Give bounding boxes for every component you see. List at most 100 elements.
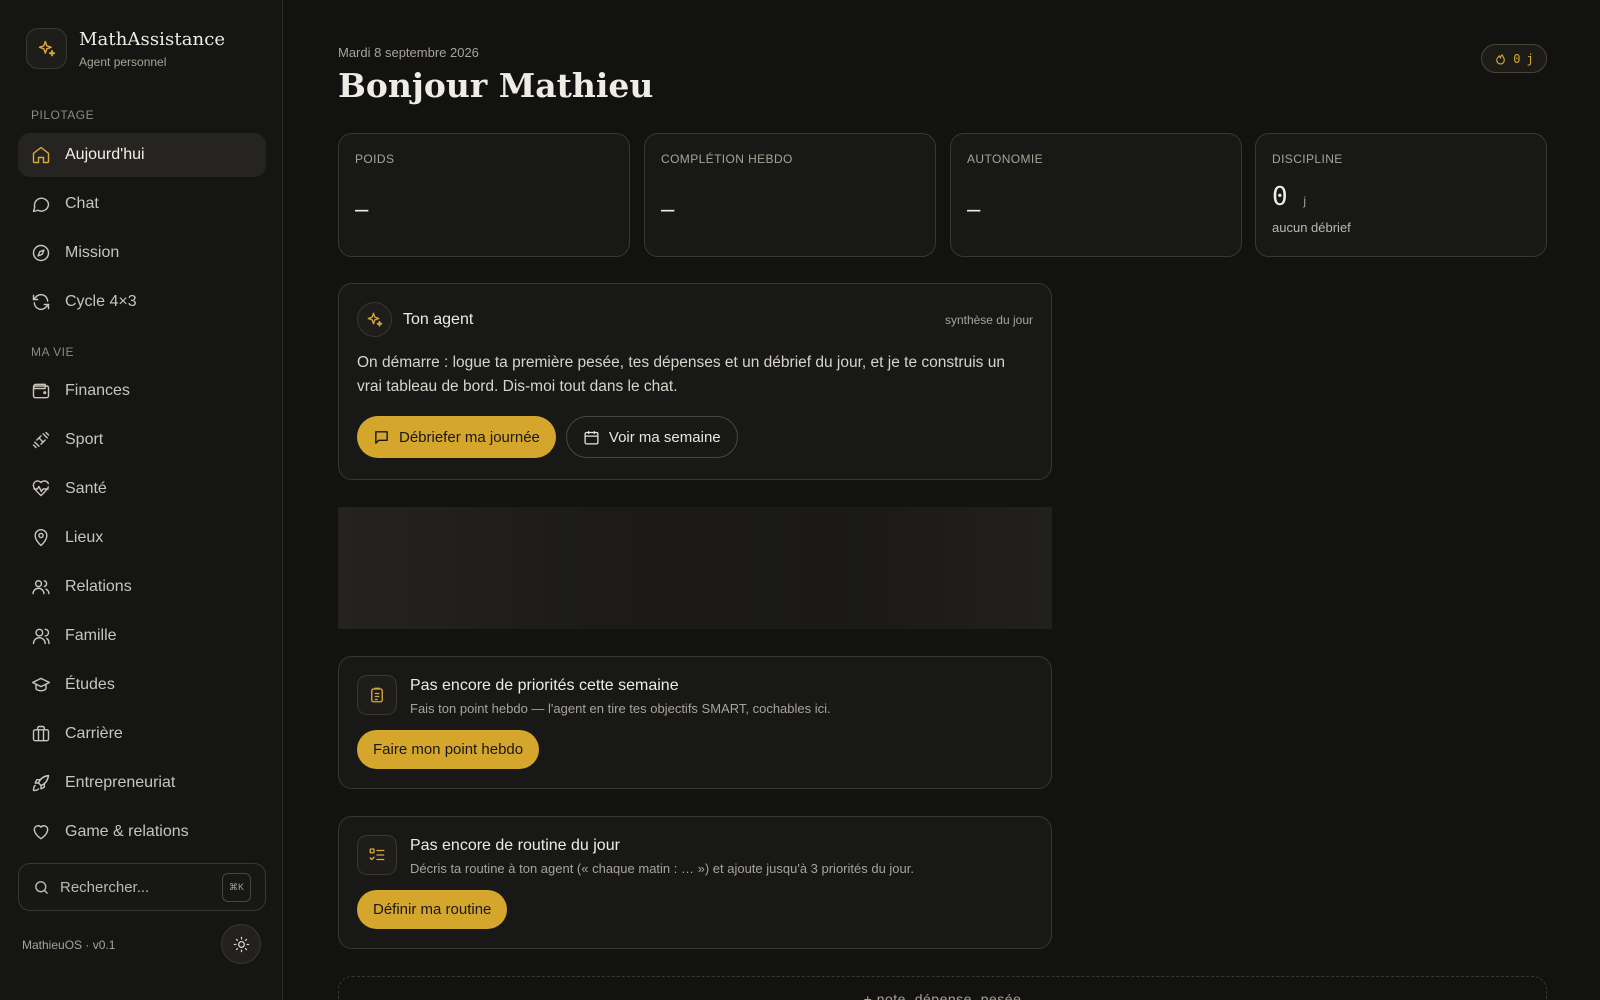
agent-name: Ton agent <box>403 310 474 328</box>
calendar-icon <box>583 429 600 446</box>
refresh-icon <box>31 292 51 312</box>
sidebar-item-label: Entrepreneuriat <box>65 774 176 791</box>
search-input[interactable] <box>60 878 210 896</box>
card-description: Décris ta routine à ton agent (« chaque … <box>410 861 914 876</box>
dumbbell-icon <box>31 430 51 450</box>
agent-card: Ton agent synthèse du jour On démarre : … <box>338 283 1052 480</box>
theme-toggle-button[interactable] <box>221 924 261 964</box>
checklist-icon <box>357 835 397 875</box>
search-icon <box>33 879 50 896</box>
stat-label: DISCIPLINE <box>1272 152 1343 166</box>
stat-label: AUTONOMIE <box>967 152 1044 166</box>
sparkles-icon <box>26 28 67 69</box>
search-shortcut-badge: ⌘K <box>222 873 251 902</box>
stat-card-discipline[interactable]: DISCIPLINE 0 j aucun débrief <box>1255 133 1547 257</box>
weekly-review-button[interactable]: Faire mon point hebdo <box>357 730 540 769</box>
search-box[interactable]: ⌘K <box>18 863 266 911</box>
wallet-icon <box>31 381 51 401</box>
brand-subtitle: Agent personnel <box>79 54 167 69</box>
sidebar-item-famille[interactable]: Famille <box>18 614 266 658</box>
sidebar-item-sport[interactable]: Sport <box>18 418 266 462</box>
quick-add-label: + note, dépense, pesée <box>863 991 1022 1000</box>
briefcase-icon <box>31 724 51 744</box>
discipline-value: 0 <box>1272 182 1288 212</box>
nav-ma-vie: Finances Sport Santé Lieux Relations Fam… <box>18 369 266 859</box>
streak-unit: j <box>1526 51 1534 66</box>
card-title: Pas encore de priorités cette semaine <box>410 677 679 694</box>
brand-name: MathAssistance <box>79 28 226 50</box>
sun-icon <box>233 936 250 953</box>
sidebar-item-label: Lieux <box>65 529 104 546</box>
flame-icon <box>1494 52 1507 65</box>
sidebar-item-label: Finances <box>65 382 130 399</box>
heart-icon <box>31 822 51 842</box>
sidebar-item-finances[interactable]: Finances <box>18 369 266 413</box>
compass-icon <box>31 243 51 263</box>
sidebar-item-label: Carrière <box>65 725 123 742</box>
stat-label: COMPLÉTION HEBDO <box>661 152 793 166</box>
sidebar-item-label: Chat <box>65 195 99 212</box>
nav-pilotage: Aujourd'hui Chat Mission Cycle 4×3 <box>18 133 266 329</box>
debrief-button[interactable]: Débriefer ma journée <box>357 416 556 458</box>
sidebar: MathAssistance Agent personnel PILOTAGE … <box>0 0 283 1000</box>
daily-routine-card: Pas encore de routine du jour Décris ta … <box>338 816 1052 949</box>
debrief-button-label: Débriefer ma journée <box>399 428 540 446</box>
quick-add-button[interactable]: + note, dépense, pesée <box>338 976 1547 1000</box>
section-label-ma-vie: MA VIE <box>31 345 75 359</box>
define-routine-button[interactable]: Définir ma routine <box>357 890 508 929</box>
sidebar-item-relations[interactable]: Relations <box>18 565 266 609</box>
stat-value: – <box>355 196 369 223</box>
chat-bubble-icon <box>31 194 51 214</box>
stat-value: – <box>661 196 675 223</box>
sidebar-item-entrepreneuriat[interactable]: Entrepreneuriat <box>18 761 266 805</box>
sidebar-item-mission[interactable]: Mission <box>18 231 266 275</box>
graduation-cap-icon <box>31 675 51 695</box>
card-description: Fais ton point hebdo — l'agent en tire t… <box>410 701 831 716</box>
sidebar-item-label: Études <box>65 676 115 693</box>
weekly-priorities-card: Pas encore de priorités cette semaine Fa… <box>338 656 1052 789</box>
home-icon <box>31 145 51 165</box>
chat-bubble-icon <box>373 429 390 446</box>
view-week-button-label: Voir ma semaine <box>608 428 721 446</box>
sidebar-item-carriere[interactable]: Carrière <box>18 712 266 756</box>
sidebar-item-cycle[interactable]: Cycle 4×3 <box>18 280 266 324</box>
rocket-icon <box>31 773 51 793</box>
streak-badge[interactable]: 0 j <box>1481 44 1547 73</box>
sidebar-item-etudes[interactable]: Études <box>18 663 266 707</box>
stat-card-completion-hebdo[interactable]: COMPLÉTION HEBDO – <box>644 133 936 257</box>
family-icon <box>31 626 51 646</box>
sidebar-item-label: Santé <box>65 480 107 497</box>
stat-card-autonomie[interactable]: AUTONOMIE – <box>950 133 1242 257</box>
loading-placeholder <box>338 507 1052 629</box>
streak-value: 0 <box>1513 51 1521 66</box>
sidebar-item-label: Relations <box>65 578 132 595</box>
agent-meta: synthèse du jour <box>944 313 1033 327</box>
sidebar-item-label: Cycle 4×3 <box>65 293 137 310</box>
sidebar-item-label: Sport <box>65 431 104 448</box>
app-version: MathieuOS · v0.1 <box>22 938 116 952</box>
map-pin-icon <box>31 528 51 548</box>
card-title: Pas encore de routine du jour <box>410 837 620 854</box>
main-content: Mardi 8 septembre 2026 Bonjour Mathieu 0… <box>284 0 1600 1000</box>
sidebar-item-sante[interactable]: Santé <box>18 467 266 511</box>
agent-message: On démarre : logue ta première pesée, te… <box>357 354 1005 395</box>
sidebar-item-label: Mission <box>65 244 120 261</box>
brand[interactable]: MathAssistance Agent personnel <box>26 28 225 69</box>
stat-subtext: aucun débrief <box>1272 220 1351 235</box>
view-week-button[interactable]: Voir ma semaine <box>565 416 738 458</box>
sidebar-item-aujourdhui[interactable]: Aujourd'hui <box>18 133 266 177</box>
stat-card-poids[interactable]: POIDS – <box>338 133 630 257</box>
heart-pulse-icon <box>31 479 51 499</box>
sidebar-item-chat[interactable]: Chat <box>18 182 266 226</box>
stat-label: POIDS <box>355 152 395 166</box>
sidebar-item-game-relations[interactable]: Game & relations <box>18 810 266 854</box>
section-label-pilotage: PILOTAGE <box>31 108 95 122</box>
stat-value: – <box>967 196 981 223</box>
sidebar-item-lieux[interactable]: Lieux <box>18 516 266 560</box>
clipboard-icon <box>357 675 397 715</box>
current-date: Mardi 8 septembre 2026 <box>338 45 479 60</box>
stat-value: 0 j <box>1272 182 1530 212</box>
sparkles-icon <box>357 302 392 337</box>
sidebar-item-label: Game & relations <box>65 823 189 840</box>
discipline-unit: j <box>1303 194 1306 208</box>
